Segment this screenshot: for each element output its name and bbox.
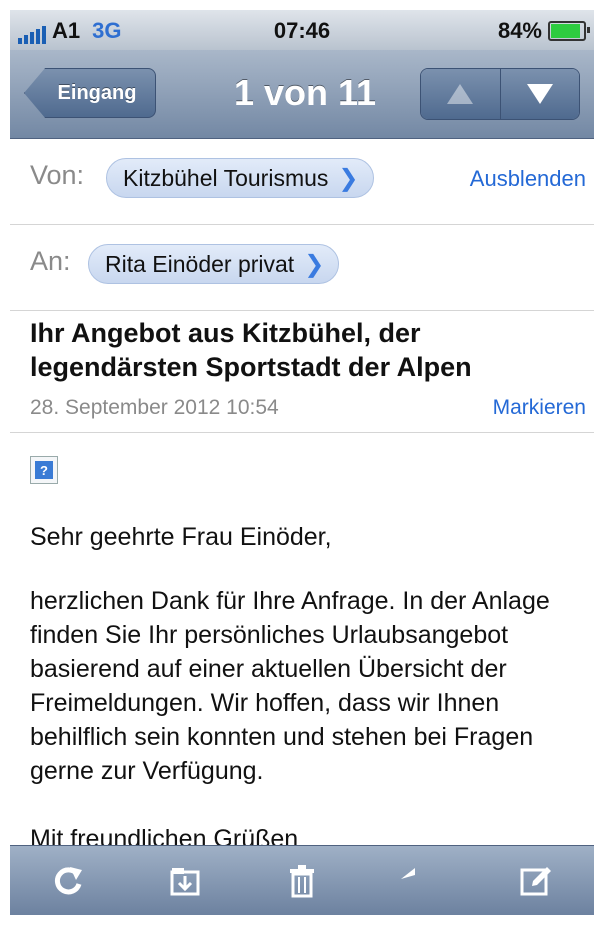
compose-button[interactable] [506,851,566,911]
from-row: Von: Kitzbühel Tourismus ❯ Ausblenden [10,138,594,225]
back-button-inbox[interactable]: Eingang [24,68,156,118]
delete-button[interactable] [272,851,332,911]
move-button[interactable] [155,851,215,911]
message-counter: 1 von 11 [233,72,377,113]
mail-screen: A1 3G 07:46 84% Eingang 1 von 11 Von: Ki… [10,10,594,915]
email-paragraph: herzlichen Dank für Ihre Anfrage. In der… [30,587,550,785]
to-row: An: Rita Einöder privat ❯ [10,224,594,311]
battery-percent: 84% [497,18,542,43]
status-right: 84% [497,18,590,44]
chevron-right-icon: ❯ [338,164,359,192]
compose-icon [520,867,551,896]
battery-icon [548,21,590,41]
message-nav-segment [420,68,580,120]
move-folder-icon [170,868,200,896]
previous-message-button[interactable] [421,69,500,119]
arrow-down-icon [526,84,553,104]
trash-icon [289,865,314,898]
chevron-right-icon: ❯ [304,250,325,278]
reply-icon [400,868,415,879]
navigation-bar: Eingang 1 von 11 [10,50,594,139]
email-date: 28. September 2012 10:54 [30,396,279,419]
battery-nub [587,27,590,33]
recipient-chip[interactable]: Rita Einöder privat ❯ [88,244,340,284]
reply-button[interactable] [389,851,449,911]
recipient-name: Rita Einöder privat [105,250,295,277]
refresh-button[interactable] [38,851,98,911]
sender-chip[interactable]: Kitzbühel Tourismus ❯ [106,158,374,198]
arrow-up-icon [447,84,474,104]
hide-details-link[interactable]: Ausblenden [470,166,586,192]
to-label: An: [30,246,71,276]
missing-image-glyph: ? [35,461,53,479]
refresh-icon [55,867,83,895]
missing-image-icon[interactable]: ? [30,456,58,484]
sender-name: Kitzbühel Tourismus [123,164,329,191]
next-message-button[interactable] [499,69,579,119]
bottom-toolbar [10,845,594,915]
status-bar: A1 3G 07:46 84% [10,10,594,50]
from-label: Von: [30,160,85,190]
header-divider [10,432,594,433]
mark-link[interactable]: Markieren [493,396,586,420]
email-subject: Ihr Angebot aus Kitzbühel, der legendärs… [30,318,472,382]
battery-fill [551,24,580,38]
email-greeting: Sehr geehrte Frau Einöder, [30,523,332,551]
